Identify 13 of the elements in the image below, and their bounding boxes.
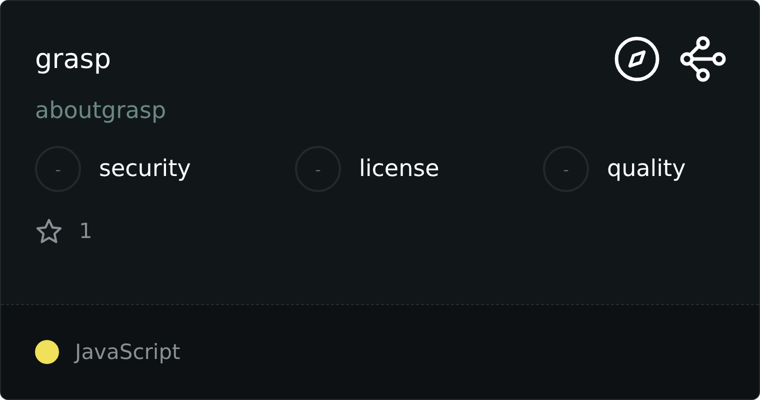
score-label: quality: [607, 156, 686, 182]
compass-icon[interactable]: [614, 36, 660, 82]
star-icon: [35, 218, 63, 244]
score-badge: -: [543, 146, 589, 192]
score-badge: -: [295, 146, 341, 192]
graph-icon[interactable]: [680, 36, 726, 82]
star-count: 1: [79, 219, 92, 243]
language-label: JavaScript: [75, 340, 180, 364]
repo-owner: aboutgrasp: [35, 98, 168, 124]
score-badge: -: [35, 146, 81, 192]
score-label: license: [359, 156, 440, 182]
repo-title: grasp: [35, 44, 111, 74]
score-label: security: [99, 156, 191, 182]
